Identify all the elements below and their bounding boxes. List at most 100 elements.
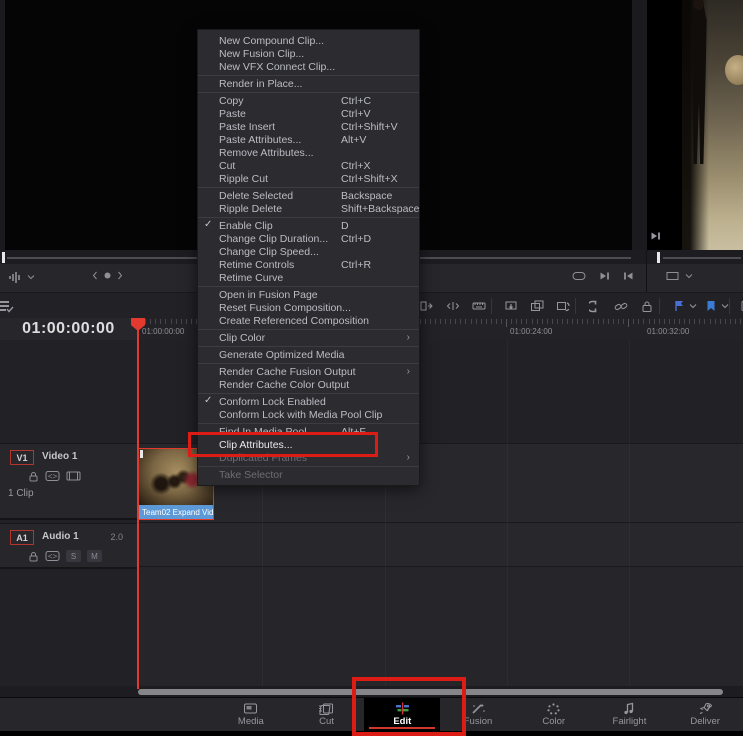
menu-separator [198,91,419,93]
ripple-cut-menu-item[interactable]: Ripple Cut Ctrl+Shift+X [198,172,419,185]
timeline-viewer-scrub-handle[interactable] [2,252,5,263]
marker-icon[interactable] [702,297,720,315]
chevron-down-icon[interactable] [685,271,693,281]
deliver-page-tab[interactable]: Deliver [667,698,743,731]
playhead-line[interactable] [137,318,139,689]
fairlight-page-tab[interactable]: Fairlight [592,698,668,731]
menu-item-label: Delete Selected [219,189,294,202]
timeline-scrollbar-thumb[interactable] [138,689,723,695]
left-edge-strip [0,0,5,250]
cut-page-tab[interactable]: Cut [289,698,365,731]
position-lock-icon[interactable] [638,297,656,315]
ruler-minor-tick [663,319,665,324]
audio-track-badge[interactable]: A1 [10,530,34,545]
auto-select-icon[interactable]: <> [45,470,60,482]
generate-optimized-media-menu-item[interactable]: Generate Optimized Media [198,348,419,361]
menu-item-label: Duplicated Frames [219,451,308,464]
ruler-minor-tick [526,319,528,324]
dot-icon[interactable] [103,271,112,280]
reset-fusion-composition-menu-item[interactable]: Reset Fusion Composition... [198,301,419,314]
create-referenced-composition-menu-item[interactable]: Create Referenced Composition [198,314,419,327]
resize-box-icon[interactable] [666,271,679,281]
trim-edit-icon[interactable] [418,297,436,315]
render-cache-fusion-output-menu-item[interactable]: Render Cache Fusion Output › [198,365,419,378]
audio-monitoring-controls[interactable] [8,271,35,283]
paste-attributes-menu-item[interactable]: Paste Attributes... Alt+V [198,133,419,146]
flag-icon[interactable] [670,297,688,315]
lock-icon[interactable] [28,551,39,562]
overwrite-clip-icon[interactable] [528,297,546,315]
ruler-minor-tick [495,319,497,324]
conform-lock-with-media-pool-clip-menu-item[interactable]: Conform Lock with Media Pool Clip [198,408,419,421]
clip-attributes-menu-item[interactable]: Clip Attributes... [198,438,419,451]
audio-levels-icon[interactable] [8,271,22,283]
render-in-place-menu-item[interactable]: Render in Place... [198,77,419,90]
chevron-right-icon[interactable] [117,271,123,280]
find-in-media-pool-menu-item[interactable]: Find In Media Pool Alt+F [198,425,419,438]
clip-color-menu-item[interactable]: Clip Color › [198,331,419,344]
mute-button[interactable]: M [87,550,102,562]
source-viewer-scrub-handle[interactable] [657,252,660,263]
clip-name: Team02 Expand Vid... [142,507,213,517]
conform-lock-enabled-menu-item[interactable]: ✓ Conform Lock Enabled [198,395,419,408]
delete-selected-menu-item[interactable]: Delete Selected Backspace [198,189,419,202]
ruler-minor-tick [460,319,462,324]
enable-clip-menu-item[interactable]: ✓ Enable Clip D [198,219,419,232]
auto-select-icon[interactable]: <> [45,550,60,562]
audio-track-lane[interactable] [137,523,743,567]
menu-item-shortcut: Ctrl+X [341,159,371,172]
toolbar-separator [659,298,660,314]
chevron-left-icon[interactable] [92,271,98,280]
color-page-tab[interactable]: Color [516,698,592,731]
replace-clip-icon[interactable] [554,297,572,315]
new-fusion-clip-menu-item[interactable]: New Fusion Clip... [198,47,419,60]
new-vfx-connect-clip-menu-item[interactable]: New VFX Connect Clip... [198,60,419,73]
new-compound-clip-menu-item[interactable]: New Compound Clip... [198,34,419,47]
submenu-arrow-icon: › [406,332,410,343]
chevron-down-icon[interactable] [688,297,698,315]
audio-track-header[interactable]: A1 Audio 1 2.0 <> S M [0,523,137,569]
retime-controls-menu-item[interactable]: Retime Controls Ctrl+R [198,258,419,271]
ruler-minor-tick [592,319,594,324]
retime-curve-menu-item[interactable]: Retime Curve [198,271,419,284]
render-cache-color-output-menu-item[interactable]: Render Cache Color Output [198,378,419,391]
video-track-badge[interactable]: V1 [10,450,34,465]
change-clip-speed-menu-item[interactable]: Change Clip Speed... [198,245,419,258]
paste-menu-item[interactable]: Paste Ctrl+V [198,107,419,120]
remove-attributes-menu-item[interactable]: Remove Attributes... [198,146,419,159]
timeline-options-icon[interactable] [0,297,16,315]
skip-forward-icon[interactable] [650,231,662,242]
chevron-down-icon[interactable] [27,271,35,283]
skip-backward-icon[interactable] [623,271,634,281]
menu-separator [198,345,419,347]
blade-icon[interactable] [470,297,488,315]
paste-insert-menu-item[interactable]: Paste Insert Ctrl+Shift+V [198,120,419,133]
fusion-page-tab[interactable]: Fusion [440,698,516,731]
ruler-gridline [629,340,630,686]
lock-icon[interactable] [28,471,39,482]
edit-page-tab[interactable]: Edit [364,698,441,731]
jog-control[interactable] [92,271,123,280]
source-viewer-scrub-bar[interactable] [663,257,741,259]
source-viewer-options[interactable] [666,271,693,281]
change-clip-duration-menu-item[interactable]: Change Clip Duration... Ctrl+D [198,232,419,245]
cut-menu-item[interactable]: Cut Ctrl+X [198,159,419,172]
solo-button[interactable]: S [66,550,81,562]
video-track-header[interactable]: V1 Video 1 <> 1 Clip [0,443,137,520]
media-page-tab[interactable]: Media [213,698,289,731]
open-in-fusion-page-menu-item[interactable]: Open in Fusion Page [198,288,419,301]
viewer-transport-buttons[interactable] [572,271,634,281]
loop-icon[interactable] [572,271,586,281]
snapping-icon[interactable] [586,297,604,315]
audio-track-format: 2.0 [110,532,123,542]
menu-item-label: Cut [219,159,236,172]
timeline-empty-area[interactable] [137,567,743,686]
filmstrip-icon[interactable] [66,470,81,482]
copy-menu-item[interactable]: Copy Ctrl+C [198,94,419,107]
ripple-delete-menu-item[interactable]: Ripple Delete Shift+Backspace [198,202,420,215]
skip-forward-icon[interactable] [599,271,610,281]
dynamic-trim-icon[interactable] [444,297,462,315]
fairlight-icon [622,702,637,715]
insert-clip-icon[interactable] [502,297,520,315]
link-icon[interactable] [612,297,630,315]
